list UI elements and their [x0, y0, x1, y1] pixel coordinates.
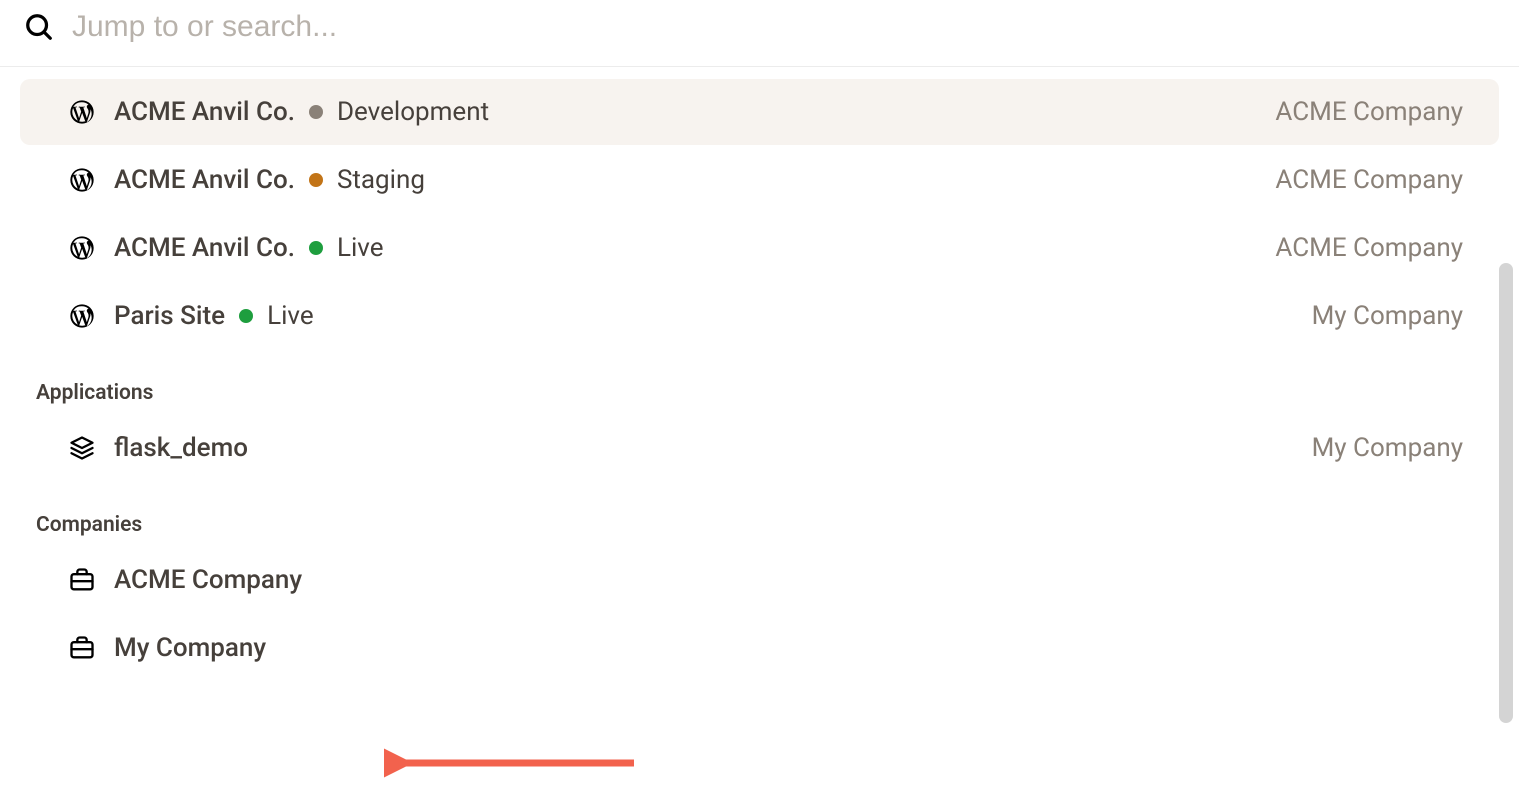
status-dot	[309, 241, 323, 255]
wordpress-icon	[68, 166, 96, 194]
briefcase-icon	[68, 634, 96, 662]
status-dot	[309, 105, 323, 119]
site-row[interactable]: ACME Anvil Co. Development ACME Company	[20, 79, 1499, 145]
env-label: Live	[337, 233, 384, 263]
company-label: ACME Company	[1275, 233, 1463, 263]
results-panel: ACME Anvil Co. Development ACME Company …	[0, 67, 1519, 681]
status-dot	[309, 173, 323, 187]
search-input[interactable]	[72, 10, 1495, 44]
wordpress-icon	[68, 234, 96, 262]
search-icon	[24, 12, 54, 42]
site-name: Paris Site	[114, 301, 225, 331]
applications-header: Applications	[0, 351, 1519, 413]
company-row[interactable]: My Company	[20, 615, 1499, 681]
application-name: flask_demo	[114, 433, 248, 463]
company-label: My Company	[1312, 433, 1463, 463]
site-row[interactable]: ACME Anvil Co. Live ACME Company	[20, 215, 1499, 281]
site-row[interactable]: Paris Site Live My Company	[20, 283, 1499, 349]
company-label: My Company	[1312, 301, 1463, 331]
scrollbar[interactable]	[1499, 263, 1513, 723]
briefcase-icon	[68, 566, 96, 594]
company-name: ACME Company	[114, 565, 302, 595]
env-label: Staging	[337, 165, 425, 195]
stack-icon	[68, 434, 96, 462]
company-row[interactable]: ACME Company	[20, 547, 1499, 613]
wordpress-icon	[68, 98, 96, 126]
status-dot	[239, 309, 253, 323]
wordpress-icon	[68, 302, 96, 330]
companies-header: Companies	[0, 483, 1519, 545]
annotation-arrow	[384, 743, 644, 783]
application-row[interactable]: flask_demo My Company	[20, 415, 1499, 481]
site-row[interactable]: ACME Anvil Co. Staging ACME Company	[20, 147, 1499, 213]
site-name: ACME Anvil Co.	[114, 97, 295, 127]
company-label: ACME Company	[1275, 165, 1463, 195]
env-label: Live	[267, 301, 314, 331]
company-name: My Company	[114, 633, 266, 663]
search-bar	[0, 0, 1519, 67]
env-label: Development	[337, 97, 489, 127]
site-name: ACME Anvil Co.	[114, 233, 295, 263]
site-name: ACME Anvil Co.	[114, 165, 295, 195]
company-label: ACME Company	[1275, 97, 1463, 127]
